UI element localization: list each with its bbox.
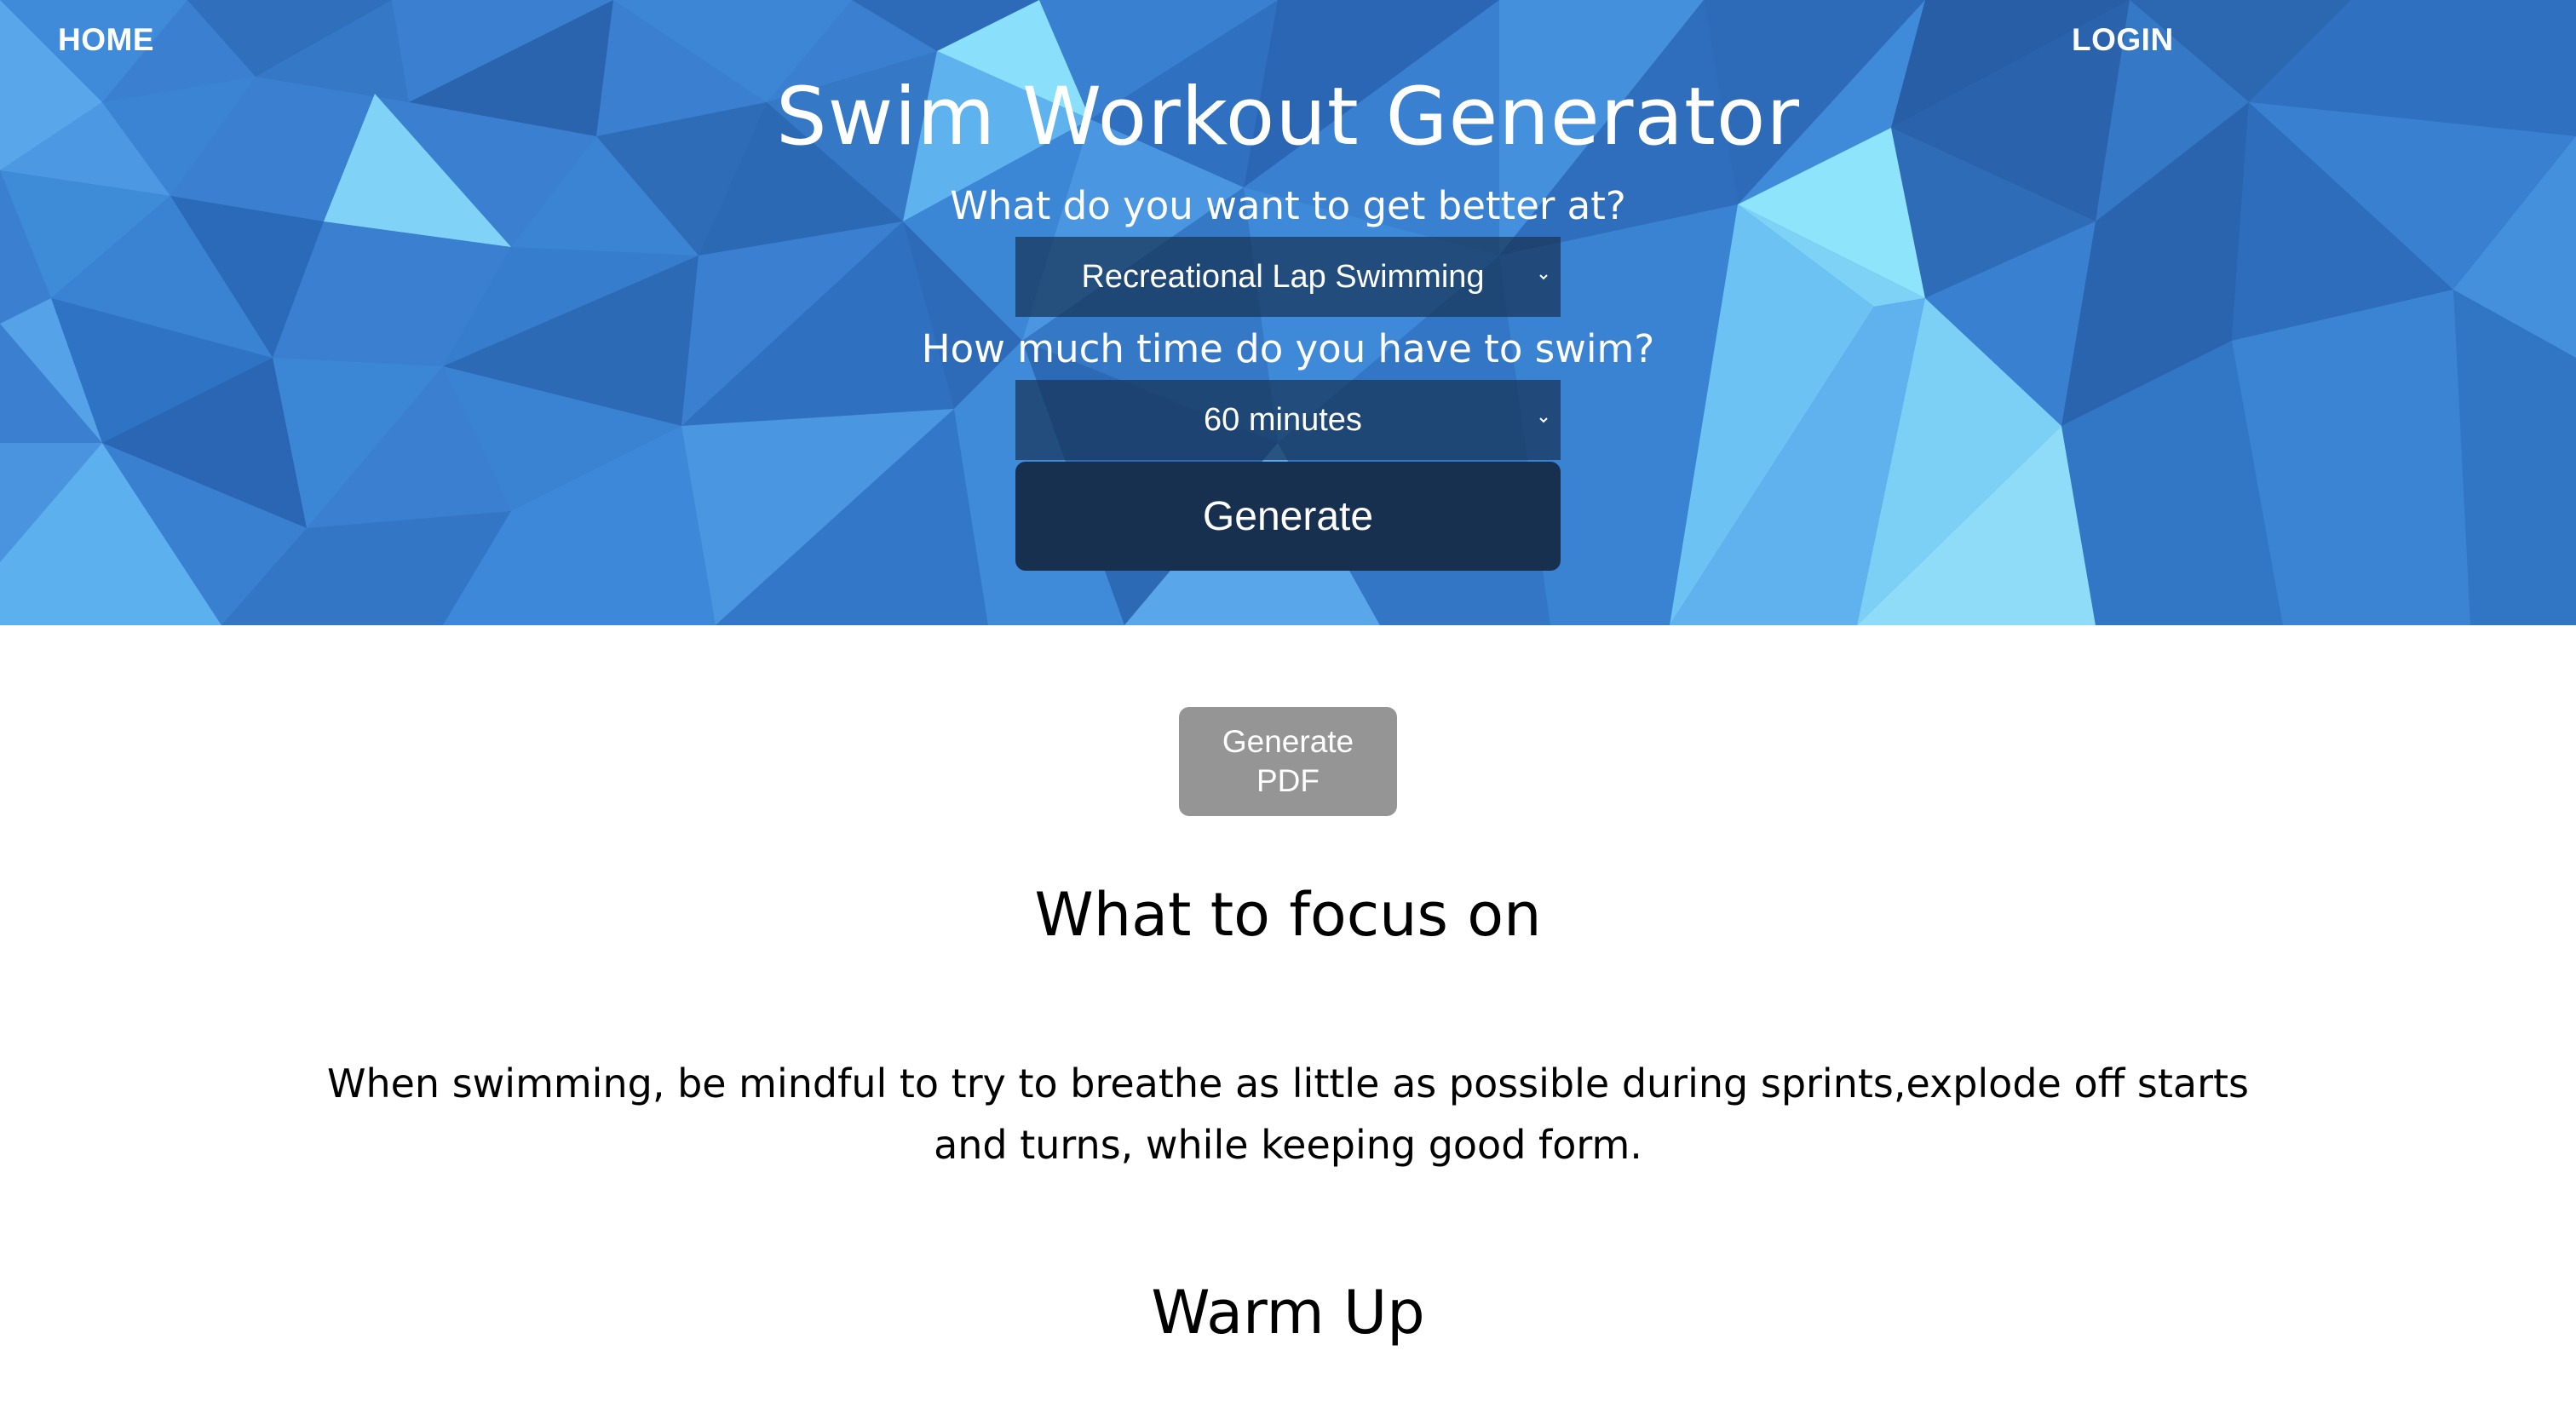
focus-heading: What to focus on — [1034, 880, 1542, 950]
page: HOME LOGIN Swim Workout Generator What d… — [0, 0, 2576, 1414]
time-select[interactable]: 60 minutes — [1015, 380, 1561, 460]
time-question-label: How much time do you have to swim? — [921, 326, 1655, 371]
goal-select[interactable]: Recreational Lap Swimming — [1015, 237, 1561, 317]
page-title: Swim Workout Generator — [776, 71, 1800, 164]
chevron-down-icon — [1539, 417, 1548, 423]
goal-question-label: What do you want to get better at? — [950, 183, 1626, 228]
hero-section: HOME LOGIN Swim Workout Generator What d… — [0, 0, 2576, 625]
time-select-value: 60 minutes — [1204, 401, 1362, 438]
chevron-down-icon — [1539, 274, 1548, 280]
goal-select-value: Recreational Lap Swimming — [1081, 258, 1485, 295]
focus-description: When swimming, be mindful to try to brea… — [326, 1060, 2250, 1168]
warmup-heading: Warm Up — [1151, 1278, 1425, 1348]
generate-button[interactable]: Generate — [1015, 462, 1561, 571]
nav-login-link[interactable]: LOGIN — [2072, 22, 2174, 58]
nav-home-link[interactable]: HOME — [58, 22, 154, 58]
generate-pdf-button[interactable]: Generate PDF — [1179, 707, 1397, 816]
